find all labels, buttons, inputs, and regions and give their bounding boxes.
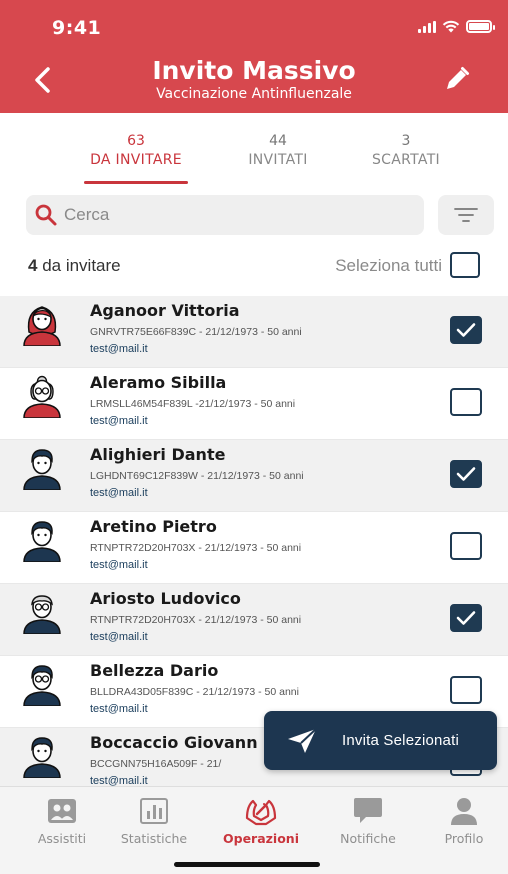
tab-invitati[interactable]: 44 INVITATI (226, 132, 330, 170)
patient-details: LRMSLL46M54F839L -21/12/1973 - 50 anni (90, 398, 296, 410)
list-item[interactable]: Aleramo Sibilla LRMSLL46M54F839L -21/12/1… (0, 368, 508, 440)
edit-button[interactable] (442, 64, 472, 94)
patient-details: GNRVTR75E66F839C - 21/12/1973 - 50 anni (90, 326, 302, 338)
patient-email: test@mail.it (90, 343, 148, 355)
search-bar[interactable] (26, 195, 424, 235)
patient-email: test@mail.it (90, 487, 148, 499)
checkbox-unchecked[interactable] (450, 676, 482, 704)
pencil-icon (447, 67, 469, 89)
nav-label: Profilo (444, 831, 484, 846)
checkbox-unchecked[interactable] (450, 532, 482, 560)
signal-icon (418, 20, 436, 33)
chart-icon (140, 798, 168, 824)
tab-scartati[interactable]: 3 SCARTATI (354, 132, 458, 170)
send-icon (288, 727, 317, 753)
search-icon (35, 204, 57, 226)
tab-count: 44 (269, 133, 287, 149)
select-all-label[interactable]: Seleziona tutti (335, 256, 442, 276)
nav-item-statistiche[interactable]: Statistiche (104, 795, 204, 846)
status-icons (418, 20, 495, 33)
checkbox-checked[interactable] (450, 460, 482, 488)
avatar (20, 446, 64, 491)
invite-selected-label: Invita Selezionati (342, 732, 460, 749)
syringe-hands-icon (245, 799, 277, 826)
page-subtitle: Vaccinazione Antinfluenzale (156, 86, 352, 102)
select-all-checkbox[interactable] (450, 252, 480, 278)
patient-name: Aganoor Vittoria (90, 301, 240, 320)
chat-icon (354, 798, 382, 823)
user-icon (451, 798, 477, 825)
to-invite-count: 4 da invitare (28, 256, 121, 276)
active-tab-indicator (84, 181, 188, 184)
patient-name: Ariosto Ludovico (90, 589, 241, 608)
page-title: Invito Massivo (152, 56, 356, 85)
battery-icon (466, 20, 495, 33)
nav-item-assistiti[interactable]: Assistiti (12, 795, 112, 846)
avatar (20, 662, 64, 707)
chevron-left-icon (35, 67, 50, 93)
nav-label: Statistiche (120, 831, 188, 846)
filter-button[interactable] (438, 195, 494, 235)
tab-count: 3 (401, 133, 411, 149)
avatar (20, 734, 64, 779)
header-titles: Invito Massivo Vaccinazione Antinfluenza… (90, 56, 418, 102)
tab-label: INVITATI (248, 152, 308, 168)
check-icon (456, 323, 476, 337)
invite-selected-button[interactable]: Invita Selezionati (264, 711, 497, 770)
nav-item-operazioni[interactable]: Operazioni (211, 795, 311, 846)
check-icon (456, 611, 476, 625)
status-tabs: 63 DA INVITARE 44 INVITATI 3 SCARTATI (0, 132, 508, 188)
patient-details: RTNPTR72D20H703X - 21/12/1973 - 50 anni (90, 542, 302, 554)
patient-email: test@mail.it (90, 631, 148, 643)
patient-details: RTNPTR72D20H703X - 21/12/1973 - 50 anni (90, 614, 302, 626)
bottom-navigation: Assistiti Statistiche Operazioni Notific… (0, 786, 508, 874)
wifi-icon (442, 20, 460, 33)
nav-label: Assistiti (37, 831, 87, 846)
status-time: 9:41 (52, 17, 102, 39)
tab-label: SCARTATI (372, 152, 440, 168)
nav-label: Notifiche (340, 831, 396, 846)
avatar (20, 518, 64, 563)
patient-email: test@mail.it (90, 703, 148, 715)
tab-count: 63 (127, 133, 145, 149)
home-indicator (174, 862, 320, 867)
nav-item-profilo[interactable]: Profilo (414, 795, 508, 846)
list-item[interactable]: Aganoor Vittoria GNRVTR75E66F839C - 21/12… (0, 296, 508, 368)
avatar (20, 302, 64, 347)
app-header: 9:41 Invito Massivo Vaccinazione Antinfl… (0, 0, 508, 113)
check-icon (456, 467, 476, 481)
patient-email: test@mail.it (90, 415, 148, 427)
avatar (20, 590, 64, 635)
tab-label: DA INVITARE (90, 152, 182, 168)
back-button[interactable] (26, 62, 58, 98)
patient-details: BCCGNN75H16A509F - 21/ (90, 758, 222, 770)
patient-name: Bellezza Dario (90, 661, 219, 680)
list-item[interactable]: Aretino Pietro RTNPTR72D20H703X - 21/12/1… (0, 512, 508, 584)
people-icon (48, 799, 76, 823)
patient-details: BLLDRA43D05F839C - 21/12/1973 - 50 anni (90, 686, 299, 698)
patient-email: test@mail.it (90, 559, 148, 571)
to-invite-label: da invitare (37, 256, 121, 275)
avatar (20, 374, 64, 419)
checkbox-unchecked[interactable] (450, 388, 482, 416)
nav-label: Operazioni (223, 831, 299, 846)
patient-details: LGHDNT69C12F839W - 21/12/1973 - 50 anni (90, 470, 304, 482)
tab-da-invitare[interactable]: 63 DA INVITARE (84, 132, 188, 170)
patient-name: Boccaccio Giovann (90, 733, 258, 752)
patient-name: Alighieri Dante (90, 445, 226, 464)
nav-item-notifiche[interactable]: Notifiche (318, 795, 418, 846)
search-input[interactable] (64, 205, 384, 225)
checkbox-checked[interactable] (450, 604, 482, 632)
list-item[interactable]: Alighieri Dante LGHDNT69C12F839W - 21/12/… (0, 440, 508, 512)
patient-name: Aretino Pietro (90, 517, 217, 536)
list-item[interactable]: Ariosto Ludovico RTNPTR72D20H703X - 21/12… (0, 584, 508, 656)
filter-icon (454, 208, 478, 222)
patient-name: Aleramo Sibilla (90, 373, 227, 392)
checkbox-checked[interactable] (450, 316, 482, 344)
